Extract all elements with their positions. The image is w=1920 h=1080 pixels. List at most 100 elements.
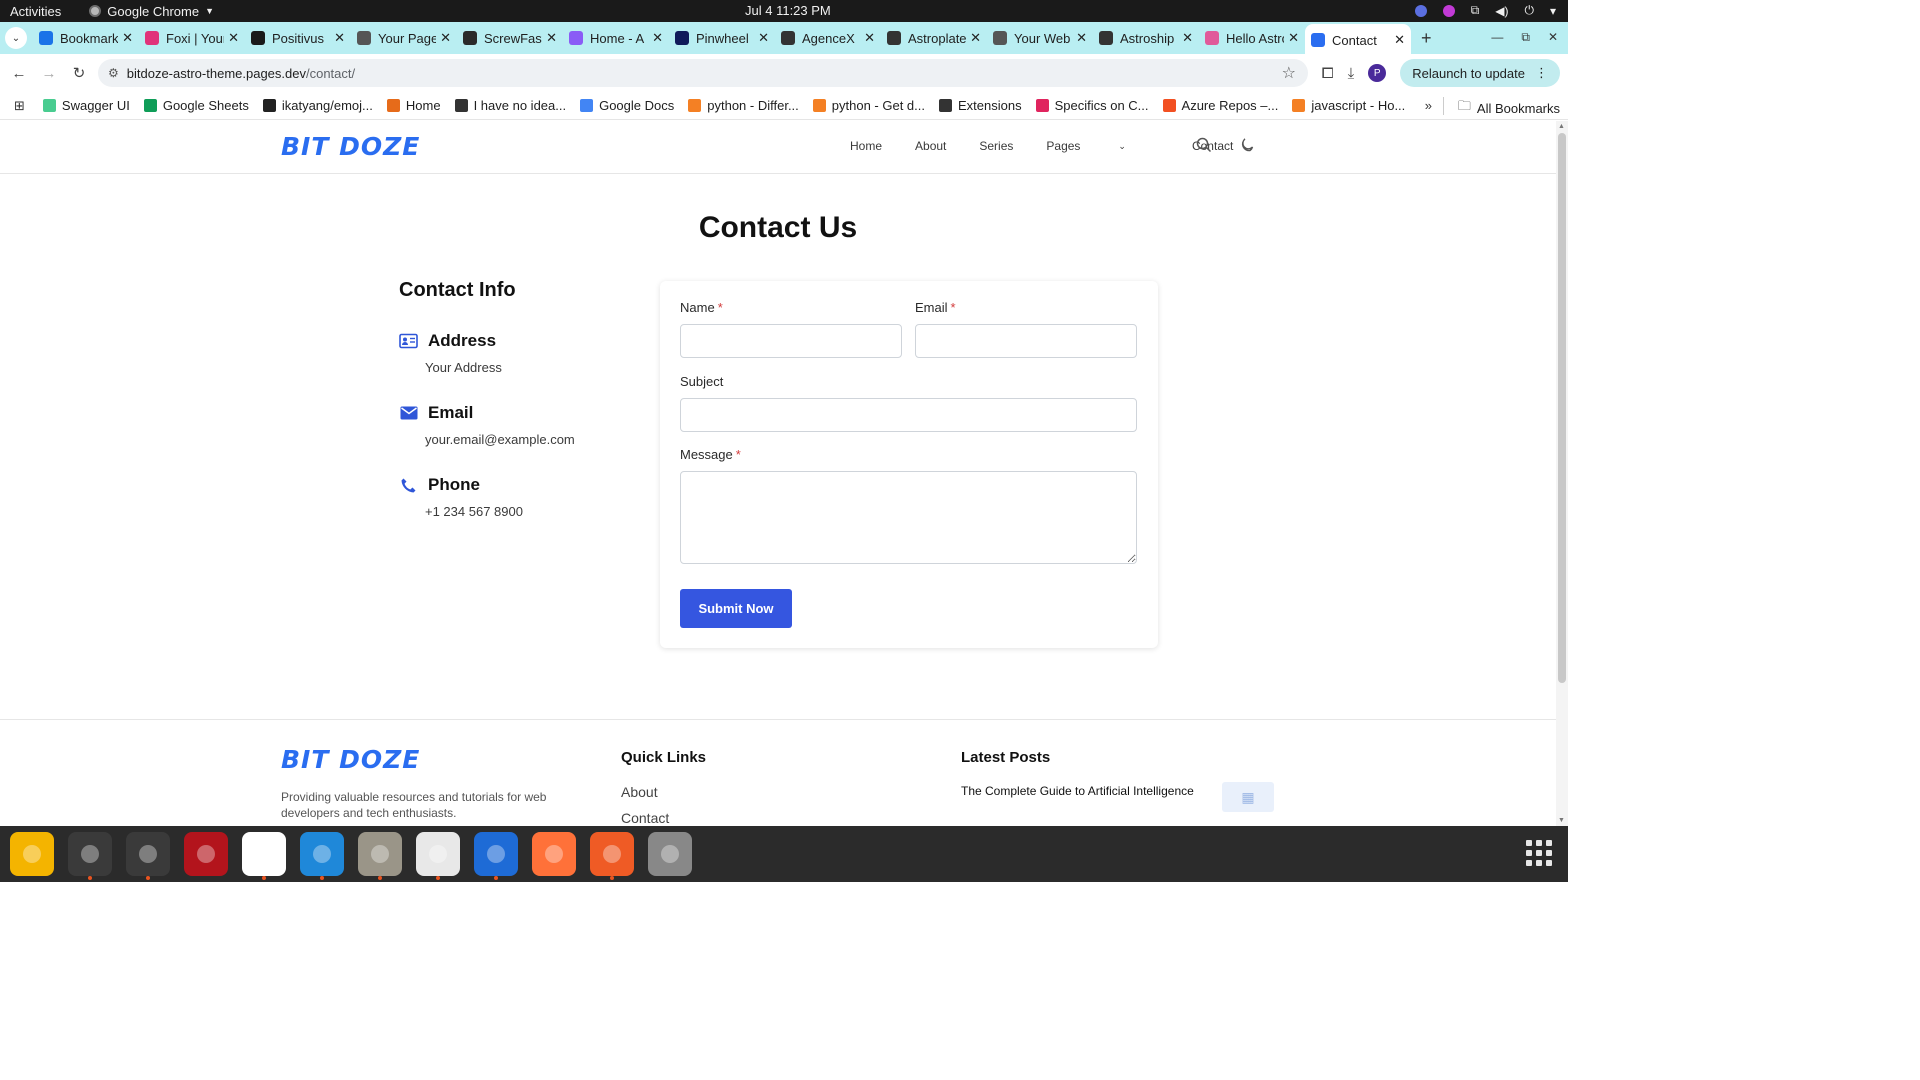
download-icon[interactable]: ⤓ [1348, 65, 1355, 82]
latest-post-link[interactable]: The Complete Guide to Artificial Intelli… [961, 784, 1194, 798]
tab-close-icon[interactable]: ✕ [652, 30, 663, 46]
browser-tab[interactable]: Contact ✕ [1305, 24, 1411, 56]
scroll-down-icon[interactable]: ▼ [1558, 817, 1565, 824]
tab-close-icon[interactable]: ✕ [228, 30, 239, 46]
tab-close-icon[interactable]: ✕ [864, 30, 875, 46]
bookmark-item[interactable]: Specifics on C... [1035, 98, 1149, 113]
browser-tab[interactable]: Foxi | Your ✕ [139, 24, 245, 52]
tab-close-icon[interactable]: ✕ [1394, 32, 1405, 48]
dock-terminal[interactable] [126, 832, 170, 880]
site-info-icon[interactable]: ⚙ [108, 66, 119, 80]
footer-link-contact[interactable]: Contact [621, 810, 669, 826]
reload-icon[interactable]: ↻ [64, 64, 94, 82]
latest-post-thumbnail[interactable]: ▦ [1222, 782, 1274, 812]
restore-icon[interactable]: ⧉ [1521, 30, 1530, 45]
bookmark-item[interactable]: python - Get d... [812, 98, 925, 113]
minimize-icon[interactable]: — [1491, 30, 1503, 45]
dock-notes[interactable] [10, 832, 54, 876]
relaunch-button[interactable]: Relaunch to update ⋮ [1400, 59, 1560, 87]
subject-input[interactable] [680, 398, 1137, 432]
tab-close-icon[interactable]: ✕ [546, 30, 557, 46]
tab-close-icon[interactable]: ✕ [1182, 30, 1193, 46]
back-icon[interactable]: ← [4, 65, 34, 82]
tab-close-icon[interactable]: ✕ [758, 30, 769, 46]
email-input[interactable] [915, 324, 1137, 358]
message-textarea[interactable] [680, 471, 1137, 564]
bookmark-item[interactable]: javascript - Ho... [1292, 98, 1405, 113]
moon-icon[interactable] [1239, 137, 1255, 158]
browser-tab[interactable]: Bookmarks✕ [33, 24, 139, 52]
tab-close-icon[interactable]: ✕ [334, 30, 345, 46]
page-scrollbar[interactable]: ▲ ▼ [1556, 121, 1568, 826]
bookmark-item[interactable]: Google Sheets [143, 98, 249, 113]
dock-firefox[interactable] [532, 832, 576, 876]
bookmark-item[interactable]: ikatyang/emoj... [262, 98, 373, 113]
more-bookmarks-icon[interactable]: » [1425, 98, 1432, 113]
browser-tab[interactable]: Pinwheel ✕ [669, 24, 775, 52]
browser-tab[interactable]: Your Page ✕ [351, 24, 457, 52]
close-window-icon[interactable]: ✕ [1548, 30, 1558, 45]
all-bookmarks-button[interactable]: 🗀 All Bookmarks [1458, 97, 1560, 119]
network-icon[interactable]: ⧉ [1471, 3, 1480, 18]
tab-close-icon[interactable]: ✕ [1288, 30, 1299, 46]
scroll-up-icon[interactable]: ▲ [1558, 123, 1565, 130]
browser-tab[interactable]: Astroplate ✕ [881, 24, 987, 52]
dock-postman[interactable] [590, 832, 634, 880]
app-indicator-icon[interactable] [1442, 4, 1455, 17]
dock-chrome[interactable] [242, 832, 286, 880]
system-tray[interactable]: ⧉ ◀) ⏻ ▾ [1414, 3, 1556, 18]
bookmark-item[interactable]: Google Docs [580, 98, 674, 113]
profile-avatar[interactable]: P [1368, 64, 1387, 82]
browser-tab[interactable]: Hello Astro ✕ [1199, 24, 1305, 52]
teams-icon[interactable] [1414, 4, 1427, 17]
bookmark-item[interactable]: Home [386, 98, 441, 113]
dock-filezilla[interactable] [184, 832, 228, 876]
tab-close-icon[interactable]: ✕ [440, 30, 451, 46]
browser-tab[interactable]: Astroship ✕ [1093, 24, 1199, 52]
browser-tab[interactable]: AgenceX ✕ [775, 24, 881, 52]
browser-tab[interactable]: ScrewFast ✕ [457, 24, 563, 52]
tab-close-icon[interactable]: ✕ [1076, 30, 1087, 46]
forward-icon[interactable]: → [34, 65, 64, 82]
volume-icon[interactable]: ◀) [1495, 4, 1508, 18]
search-icon[interactable] [1196, 137, 1212, 158]
tab-search-button[interactable]: ⌄ [5, 27, 27, 49]
extensions-icon[interactable]: ⧠ [1322, 65, 1334, 82]
nav-pages-dropdown[interactable]: Pages ⌄ [1046, 139, 1159, 153]
bookmark-star-icon[interactable]: ☆ [1282, 63, 1296, 83]
nav-series[interactable]: Series [979, 139, 1013, 153]
power-icon[interactable]: ⏻ [1524, 3, 1534, 18]
bookmark-item[interactable]: Swagger UI [42, 98, 130, 113]
dock-system-monitor[interactable] [68, 832, 112, 880]
footer-logo[interactable]: BIT DOZE [281, 745, 420, 774]
email-value[interactable]: your.email@example.com [425, 432, 649, 447]
scrollbar-thumb[interactable] [1558, 133, 1566, 683]
bookmark-item[interactable]: python - Differ... [688, 98, 799, 113]
browser-tab[interactable]: Your Web ✕ [987, 24, 1093, 52]
browser-tab[interactable]: Home - A ✕ [563, 24, 669, 52]
browser-tab[interactable]: Positivus ✕ [245, 24, 351, 52]
show-apps-icon[interactable] [1526, 840, 1552, 866]
dock-disk-utility[interactable] [648, 832, 692, 876]
tab-close-icon[interactable]: ✕ [970, 30, 981, 46]
new-tab-button[interactable]: + [1421, 28, 1432, 49]
dock-thunderbird[interactable] [474, 832, 518, 880]
submit-button[interactable]: Submit Now [680, 589, 792, 628]
name-input[interactable] [680, 324, 902, 358]
bookmark-item[interactable]: Extensions [939, 98, 1022, 113]
activities-button[interactable]: Activities [10, 4, 61, 19]
tray-caret-icon[interactable]: ▾ [1550, 4, 1556, 18]
app-menu[interactable]: Google Chrome ▼ [89, 4, 214, 19]
footer-link-about[interactable]: About [621, 784, 658, 800]
site-logo[interactable]: BIT DOZE [281, 132, 420, 161]
address-bar[interactable]: ⚙ bitdoze-astro-theme.pages.dev/contact/… [98, 59, 1308, 87]
apps-grid-icon[interactable]: ⊞ [14, 98, 25, 114]
phone-value[interactable]: +1 234 567 8900 [425, 504, 649, 519]
bookmark-item[interactable]: I have no idea... [454, 98, 566, 113]
dock-vscode[interactable] [300, 832, 344, 880]
nav-home[interactable]: Home [850, 139, 882, 153]
tab-close-icon[interactable]: ✕ [122, 30, 133, 46]
dock-files[interactable] [358, 832, 402, 880]
clock[interactable]: Jul 4 11:23 PM [745, 3, 831, 18]
bookmark-item[interactable]: Azure Repos –... [1162, 98, 1278, 113]
